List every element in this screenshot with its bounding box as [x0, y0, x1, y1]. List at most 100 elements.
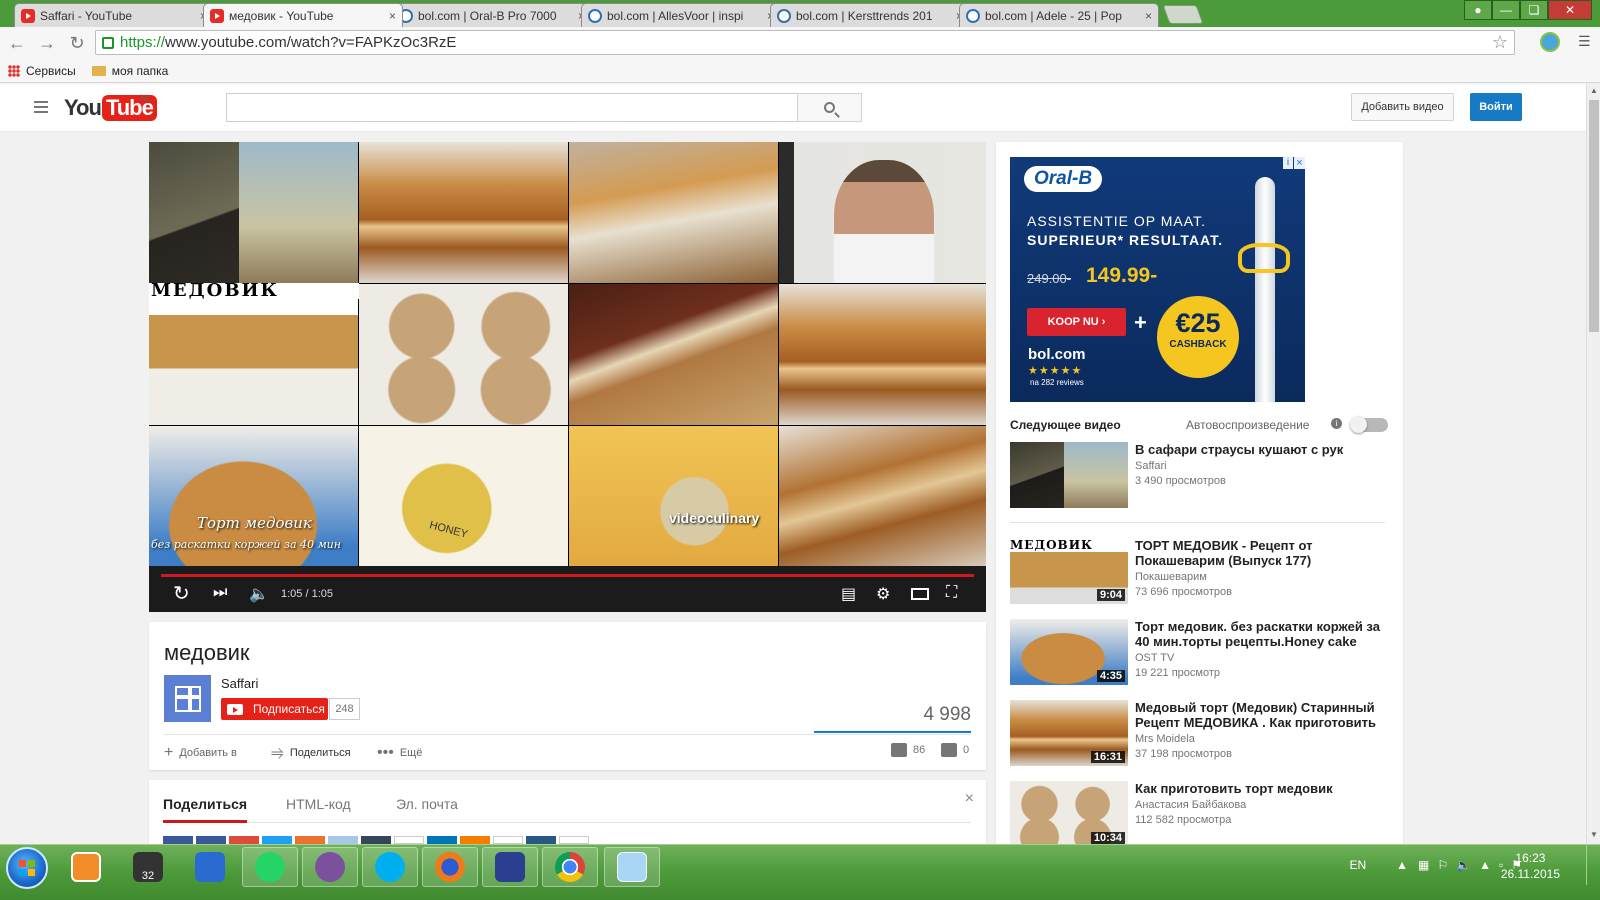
related-title[interactable]: ТОРТ МЕДОВИК - Рецепт от Покашеварим (Вы… [1135, 538, 1385, 568]
video-thumbnail[interactable]: 4:35 [1010, 619, 1128, 685]
bookmark-apps[interactable]: Сервисы [8, 64, 76, 78]
close-icon[interactable]: × [389, 9, 396, 23]
page-scrollbar[interactable]: ▲ ▼ [1586, 84, 1600, 844]
settings-gear-icon[interactable]: ⚙ [876, 584, 890, 604]
maximize-icon[interactable]: ❏ [1520, 0, 1548, 20]
channel-name[interactable]: Saffari [221, 676, 258, 691]
digg-icon[interactable] [493, 836, 523, 844]
volume-icon[interactable]: 🔈 [249, 584, 269, 604]
related-video[interactable]: МЕДОВИК 9:04 ТОРТ МЕДОВИК - Рецепт от По… [1010, 538, 1390, 608]
more-button[interactable]: ••• Ещё [377, 744, 422, 762]
network-icon[interactable]: ▦ [1418, 858, 1429, 872]
video-thumbnail[interactable]: 10:34 [1010, 781, 1128, 844]
tab-email[interactable]: Эл. почта [396, 796, 458, 812]
minimize-icon[interactable]: — [1492, 0, 1520, 20]
profile-icon[interactable]: ● [1464, 0, 1492, 20]
add-to-button[interactable]: + Добавить в [164, 744, 237, 762]
video-player[interactable]: Торт медовик без раскатки коржей за 40 м… [149, 142, 986, 612]
tray-expand-icon[interactable]: ▲ [1396, 858, 1408, 872]
pinterest-icon[interactable] [394, 836, 424, 844]
taskbar-clock[interactable]: 16:23 26.11.2015 [1501, 850, 1560, 882]
notification-icon[interactable]: ⚐ [1437, 858, 1448, 872]
scrollbar-thumb[interactable] [1589, 100, 1599, 332]
close-icon[interactable]: × [965, 790, 974, 808]
upload-button[interactable]: Добавить видео [1351, 93, 1454, 121]
show-desktop-button[interactable] [1586, 845, 1600, 885]
back-icon[interactable]: ← [4, 33, 30, 54]
odnoklassniki-icon[interactable] [295, 836, 325, 844]
chrome-icon[interactable] [542, 847, 598, 887]
related-video[interactable]: 10:34 Как приготовить торт медовик Анаст… [1010, 781, 1390, 844]
video-thumbnail[interactable]: МЕДОВИК 9:04 [1010, 538, 1128, 604]
skype-icon[interactable] [362, 847, 418, 887]
tab-bol-adele[interactable]: bol.com | Adele - 25 | Pop × [959, 3, 1159, 27]
mail-icon[interactable] [328, 836, 358, 844]
related-video[interactable]: 2:29 В сафари страусы кушают с рук Saffa… [1010, 442, 1390, 512]
close-window-icon[interactable]: ✕ [1548, 0, 1592, 20]
related-video[interactable]: 16:31 Медовый торт (Медовик) Старинный Р… [1010, 700, 1390, 770]
forward-icon[interactable]: → [34, 33, 60, 54]
video-thumbnail[interactable]: 2:29 [1010, 442, 1128, 508]
vk-icon[interactable] [196, 836, 226, 844]
calendar-icon[interactable]: 32 [120, 847, 176, 887]
new-tab-button[interactable] [1162, 5, 1204, 24]
viber-icon[interactable] [302, 847, 358, 887]
bookmark-star-icon[interactable]: ☆ [1492, 32, 1508, 53]
menu-icon[interactable]: ☰ [1578, 33, 1591, 50]
related-title[interactable]: В сафари страусы кушают с рук [1135, 442, 1385, 457]
search-input[interactable] [226, 93, 798, 122]
like-button[interactable]: 86 [891, 743, 925, 757]
blogger-icon[interactable] [460, 836, 490, 844]
tab-share[interactable]: Поделиться [163, 796, 247, 812]
reload-icon[interactable]: ↻ [64, 33, 90, 54]
close-icon[interactable]: × [1145, 9, 1152, 23]
youtube-logo[interactable]: You Tube NL [64, 93, 157, 121]
dislike-button[interactable]: 0 [941, 743, 969, 757]
scroll-down-icon[interactable]: ▼ [1590, 830, 1598, 839]
save-icon[interactable] [482, 847, 538, 887]
reddit-icon[interactable] [559, 836, 589, 844]
channel-avatar[interactable] [164, 675, 211, 722]
media-player-icon[interactable] [58, 847, 114, 887]
related-title[interactable]: Как приготовить торт медовик [1135, 781, 1385, 796]
google-plus-icon[interactable] [229, 836, 259, 844]
twitter-icon[interactable] [262, 836, 292, 844]
sign-in-button[interactable]: Войти [1470, 93, 1522, 121]
related-title[interactable]: Торт медовик. без раскатки коржей за 40 … [1135, 619, 1385, 649]
facebook-icon[interactable] [163, 836, 193, 844]
progress-bar[interactable] [161, 574, 974, 577]
search-button[interactable] [797, 93, 862, 122]
theater-mode-icon[interactable] [911, 588, 929, 600]
linkedin-icon[interactable] [427, 836, 457, 844]
subscribe-button[interactable]: Подписаться [221, 698, 328, 720]
tab-saffari[interactable]: Saffari - YouTube × [14, 3, 214, 27]
start-button[interactable] [6, 847, 48, 889]
subtitles-icon[interactable]: ▤ [841, 584, 856, 604]
autoplay-toggle[interactable] [1350, 416, 1388, 433]
ad-info-icon[interactable]: i [1283, 157, 1293, 169]
tab-bol-allesvoor[interactable]: bol.com | AllesVoor | inspi × [581, 3, 781, 27]
bluetooth-icon[interactable]: ▲ [1479, 858, 1491, 872]
next-icon[interactable]: ⏭ [213, 584, 227, 602]
window-icon[interactable] [604, 847, 660, 887]
scroll-up-icon[interactable]: ▲ [1590, 86, 1598, 95]
info-icon[interactable]: i [1331, 418, 1342, 429]
related-video[interactable]: 4:35 Торт медовик. без раскатки коржей з… [1010, 619, 1390, 689]
language-indicator[interactable]: EN [1349, 858, 1366, 872]
share-button[interactable]: ⥤ Поделиться [271, 744, 351, 762]
tab-medovik[interactable]: медовик - YouTube × [203, 3, 403, 27]
related-title[interactable]: Медовый торт (Медовик) Старинный Рецепт … [1135, 700, 1385, 730]
tab-embed[interactable]: HTML-код [286, 796, 351, 812]
tumblr-icon[interactable] [361, 836, 391, 844]
tab-bol-oralb[interactable]: bol.com | Oral-B Pro 7000 × [392, 3, 592, 27]
guide-menu-icon[interactable] [34, 101, 48, 116]
replay-icon[interactable]: ↻ [173, 581, 190, 606]
livejournal-icon[interactable] [526, 836, 556, 844]
video-thumbnail[interactable]: 16:31 [1010, 700, 1128, 766]
sidebar-ad[interactable]: Oral-B i × ASSISTENTIE OP MAAT. SUPERIEU… [1010, 157, 1305, 402]
ad-buy-button[interactable]: KOOP NU › [1027, 308, 1126, 336]
fullscreen-icon[interactable]: ⛶ [946, 584, 957, 602]
address-bar[interactable]: https:// www.youtube.com/watch?v=FAPKzOc… [95, 30, 1515, 55]
tab-bol-kersttrends[interactable]: bol.com | Kersttrends 201 × [770, 3, 970, 27]
whatsapp-icon[interactable] [242, 847, 298, 887]
